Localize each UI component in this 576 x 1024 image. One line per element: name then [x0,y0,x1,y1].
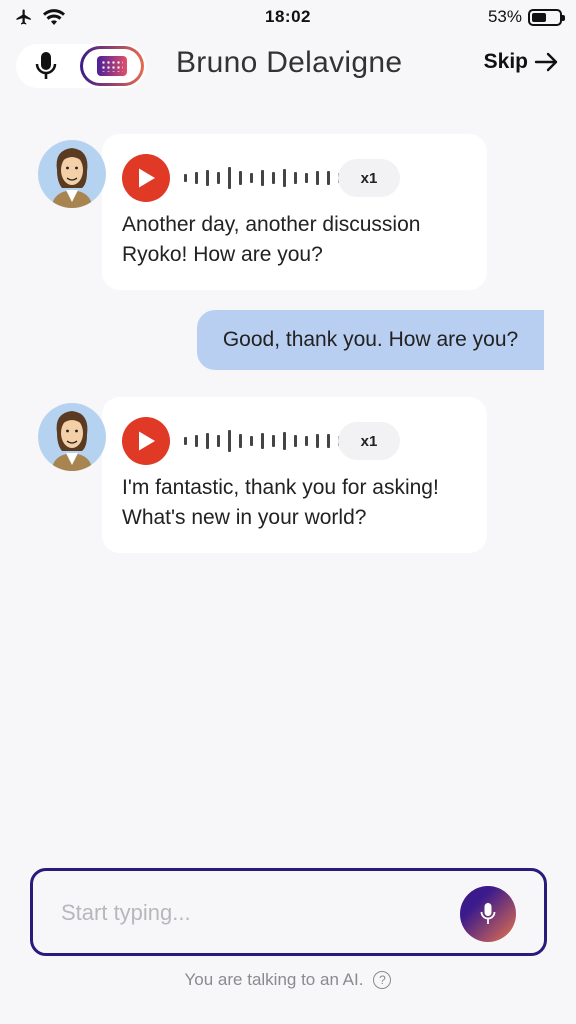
wifi-icon [43,9,65,25]
message-line: Another day, another discussion [122,213,421,236]
message-composer [30,868,547,956]
ai-message-bubble: x1 Another day, another discussion Ryoko… [102,134,487,290]
input-mode-toggle [16,44,146,88]
microphone-icon [35,52,57,79]
arrow-right-icon [534,52,558,72]
skip-button[interactable]: Skip [484,50,560,74]
play-icon [139,431,155,451]
battery-percent: 53% [487,7,522,26]
avatar-portrait-icon [52,411,92,471]
ai-message-bubble: x1 I'm fantastic, thank you for asking! … [102,397,487,553]
avatar [38,140,106,208]
user-message-bubble: Good, thank you. How are you? [197,310,544,370]
battery-icon [527,8,565,26]
battery-fill [531,12,546,22]
status-time: 18:02 [265,7,311,26]
audio-waveform [184,165,341,191]
airplane-icon [16,9,31,25]
message-line: What's new in your world? [122,506,367,529]
playback-speed-button[interactable]: x1 [338,422,400,460]
status-bar: 18:02 53% [0,0,576,34]
keyboard-icon [97,56,127,76]
audio-waveform [184,428,341,454]
message-line: Ryoko! How are you? [122,243,323,266]
play-audio-button[interactable] [122,417,170,465]
playback-speed-button[interactable]: x1 [338,159,400,197]
avatar-portrait-icon [52,148,92,208]
disclaimer-text: You are talking to an AI. [184,970,364,989]
avatar [38,403,106,471]
status-right: 53% [422,7,565,27]
microphone-icon [480,903,496,924]
keyboard-mode-button[interactable] [80,46,144,86]
chat-header: Bruno Delavigne Skip [0,40,576,92]
message-input[interactable] [61,893,441,933]
message-text: I'm fantastic, thank you for asking! Wha… [122,473,482,533]
message-text: Another day, another discussion Ryoko! H… [122,210,472,270]
play-icon [139,168,155,188]
message-line: I'm fantastic, thank you for asking! [122,476,439,499]
play-audio-button[interactable] [122,154,170,202]
help-icon[interactable]: ? [373,971,392,989]
status-left [14,8,154,26]
ai-disclaimer: You are talking to an AI. ? [0,970,576,990]
contact-name: Bruno Delavigne [176,46,403,79]
skip-label: Skip [483,50,528,73]
voice-mode-button[interactable] [16,44,76,88]
record-voice-button[interactable] [460,886,516,942]
